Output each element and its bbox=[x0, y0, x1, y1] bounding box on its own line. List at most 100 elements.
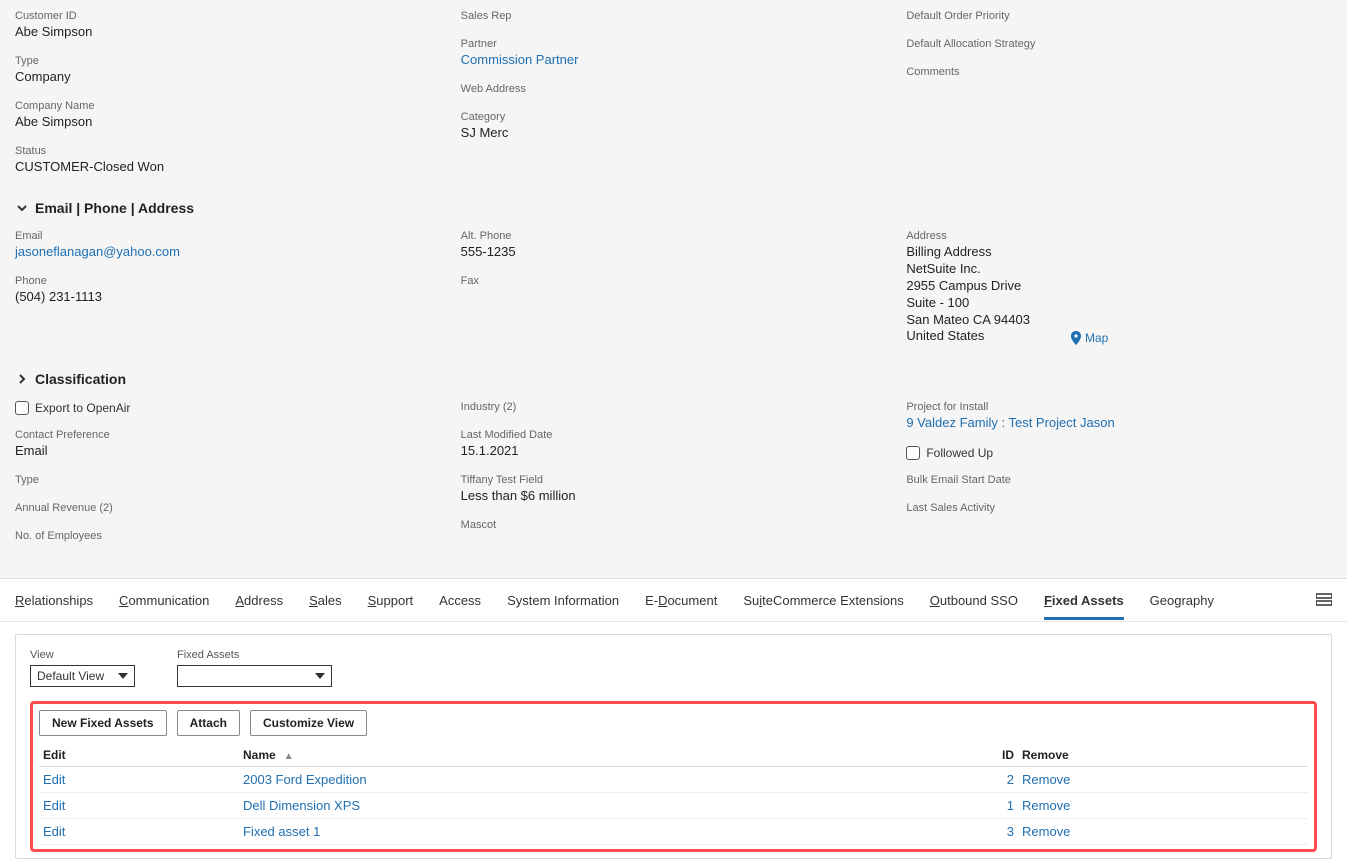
tab-relationships[interactable]: Relationships bbox=[15, 581, 93, 620]
row-name-link[interactable]: Fixed asset 1 bbox=[243, 824, 320, 839]
label-category: Category bbox=[461, 111, 887, 123]
row-remove-link[interactable]: Remove bbox=[1022, 824, 1070, 839]
label-status: Status bbox=[15, 145, 441, 157]
row-edit-link[interactable]: Edit bbox=[43, 798, 65, 813]
tab-system-information[interactable]: System Information bbox=[507, 581, 619, 620]
customize-view-button[interactable]: Customize View bbox=[250, 710, 367, 736]
row-remove-link[interactable]: Remove bbox=[1022, 798, 1070, 813]
col-name[interactable]: Name▲ bbox=[239, 742, 978, 767]
new-fixed-assets-button[interactable]: New Fixed Assets bbox=[39, 710, 167, 736]
tab-outbound-sso[interactable]: Outbound SSO bbox=[930, 581, 1018, 620]
label-company-name: Company Name bbox=[15, 100, 441, 112]
row-id-link[interactable]: 2 bbox=[1007, 772, 1014, 787]
label-annual-revenue: Annual Revenue (2) bbox=[15, 502, 441, 514]
tab-communication[interactable]: Communication bbox=[119, 581, 209, 620]
value-contact-preference: Email bbox=[15, 443, 441, 458]
label-customer-id: Customer ID bbox=[15, 10, 441, 22]
tab-address[interactable]: Address bbox=[235, 581, 283, 620]
tab-suitecommerce-extensions[interactable]: SuiteCommerce Extensions bbox=[743, 581, 903, 620]
dropdown-caret-icon bbox=[118, 673, 128, 679]
fixed-assets-highlight: New Fixed Assets Attach Customize View E… bbox=[30, 701, 1317, 852]
subtab-panel: View Default View Fixed Assets New Fixed… bbox=[0, 622, 1347, 865]
value-alt-phone: 555-1235 bbox=[461, 244, 887, 259]
attach-button[interactable]: Attach bbox=[177, 710, 240, 736]
primary-col-3: Default Order Priority Default Allocatio… bbox=[906, 10, 1332, 190]
address-line: Billing Address bbox=[906, 244, 1030, 261]
email-link[interactable]: jasoneflanagan@yahoo.com bbox=[15, 244, 180, 259]
tab-support[interactable]: Support bbox=[368, 581, 414, 620]
col-remove[interactable]: Remove bbox=[1018, 742, 1308, 767]
chevron-down-icon bbox=[15, 201, 29, 215]
row-edit-link[interactable]: Edit bbox=[43, 824, 65, 839]
label-mascot: Mascot bbox=[461, 519, 887, 531]
value-company-name: Abe Simpson bbox=[15, 114, 441, 129]
row-id-link[interactable]: 1 bbox=[1007, 798, 1014, 813]
label-no-employees: No. of Employees bbox=[15, 530, 441, 542]
fixed-assets-panel: View Default View Fixed Assets New Fixed… bbox=[15, 634, 1332, 859]
label-type-2: Type bbox=[15, 474, 441, 486]
tab-fixed-assets[interactable]: Fixed Assets bbox=[1044, 581, 1124, 620]
layout-toggle-icon[interactable] bbox=[1316, 593, 1332, 607]
followed-up-checkbox[interactable]: Followed Up bbox=[906, 446, 1332, 460]
label-followed-up: Followed Up bbox=[926, 446, 993, 460]
table-row: Edit Dell Dimension XPS 1 Remove bbox=[39, 793, 1308, 819]
table-row: Edit 2003 Ford Expedition 2 Remove bbox=[39, 767, 1308, 793]
table-row: Edit Fixed asset 1 3 Remove bbox=[39, 819, 1308, 845]
value-customer-id: Abe Simpson bbox=[15, 24, 441, 39]
map-link[interactable]: Map bbox=[1070, 331, 1108, 345]
label-export-to-openair: Export to OpenAir bbox=[35, 401, 130, 415]
section-toggle-contact[interactable]: Email | Phone | Address bbox=[15, 200, 1332, 216]
label-view: View bbox=[30, 649, 135, 661]
row-id-link[interactable]: 3 bbox=[1007, 824, 1014, 839]
row-name-link[interactable]: Dell Dimension XPS bbox=[243, 798, 360, 813]
value-type: Company bbox=[15, 69, 441, 84]
col-id[interactable]: ID bbox=[978, 742, 1018, 767]
map-label: Map bbox=[1085, 331, 1108, 345]
primary-col-2: Sales Rep PartnerCommission Partner Web … bbox=[461, 10, 887, 190]
label-default-order-priority: Default Order Priority bbox=[906, 10, 1332, 22]
map-pin-icon bbox=[1070, 331, 1082, 345]
tab-e-document[interactable]: E-Document bbox=[645, 581, 717, 620]
row-remove-link[interactable]: Remove bbox=[1022, 772, 1070, 787]
fixed-assets-select[interactable] bbox=[177, 665, 332, 687]
section-title-classification: Classification bbox=[35, 371, 126, 387]
subtab-bar: Relationships Communication Address Sales Su… bbox=[0, 578, 1347, 622]
address-line: Suite - 100 bbox=[906, 295, 1030, 312]
address-line: 2955 Campus Drive bbox=[906, 278, 1030, 295]
row-name-link[interactable]: 2003 Ford Expedition bbox=[243, 772, 367, 787]
label-default-allocation-strategy: Default Allocation Strategy bbox=[906, 38, 1332, 50]
section-title-contact: Email | Phone | Address bbox=[35, 200, 194, 216]
sort-asc-icon: ▲ bbox=[284, 751, 294, 762]
col-edit[interactable]: Edit bbox=[39, 742, 239, 767]
label-fax: Fax bbox=[461, 275, 887, 287]
section-toggle-classification[interactable]: Classification bbox=[15, 371, 1332, 387]
value-last-modified: 15.1.2021 bbox=[461, 443, 887, 458]
address-block: Billing AddressNetSuite Inc.2955 Campus … bbox=[906, 244, 1030, 345]
label-fixed-assets-filter: Fixed Assets bbox=[177, 649, 332, 661]
label-type: Type bbox=[15, 55, 441, 67]
address-line: San Mateo CA 94403 bbox=[906, 312, 1030, 329]
classification-columns: Export to OpenAir Contact PreferenceEmai… bbox=[15, 401, 1332, 558]
fixed-assets-table: Edit Name▲ ID Remove Edit 2003 Ford Exped… bbox=[39, 742, 1308, 845]
address-line: United States bbox=[906, 328, 1030, 345]
partner-link[interactable]: Commission Partner bbox=[461, 52, 579, 67]
primary-info-columns: Customer ID Abe Simpson Type Company Compa… bbox=[15, 10, 1332, 190]
tab-access[interactable]: Access bbox=[439, 581, 481, 620]
label-bulk-email-start: Bulk Email Start Date bbox=[906, 474, 1332, 486]
export-to-openair-checkbox[interactable]: Export to OpenAir bbox=[15, 401, 441, 415]
dropdown-caret-icon bbox=[315, 673, 325, 679]
value-status: CUSTOMER-Closed Won bbox=[15, 159, 441, 174]
label-comments: Comments bbox=[906, 66, 1332, 78]
label-tiffany-test: Tiffany Test Field bbox=[461, 474, 887, 486]
primary-col-1: Customer ID Abe Simpson Type Company Compa… bbox=[15, 10, 441, 190]
project-install-link[interactable]: 9 Valdez Family : Test Project Jason bbox=[906, 415, 1114, 430]
label-project-install: Project for Install bbox=[906, 401, 1332, 413]
view-select[interactable]: Default View bbox=[30, 665, 135, 687]
view-selected: Default View bbox=[37, 669, 104, 683]
tab-sales[interactable]: Sales bbox=[309, 581, 342, 620]
label-sales-rep: Sales Rep bbox=[461, 10, 887, 22]
tab-geography[interactable]: Geography bbox=[1150, 581, 1214, 620]
row-edit-link[interactable]: Edit bbox=[43, 772, 65, 787]
label-address: Address bbox=[906, 230, 1332, 242]
label-last-sales-activity: Last Sales Activity bbox=[906, 502, 1332, 514]
